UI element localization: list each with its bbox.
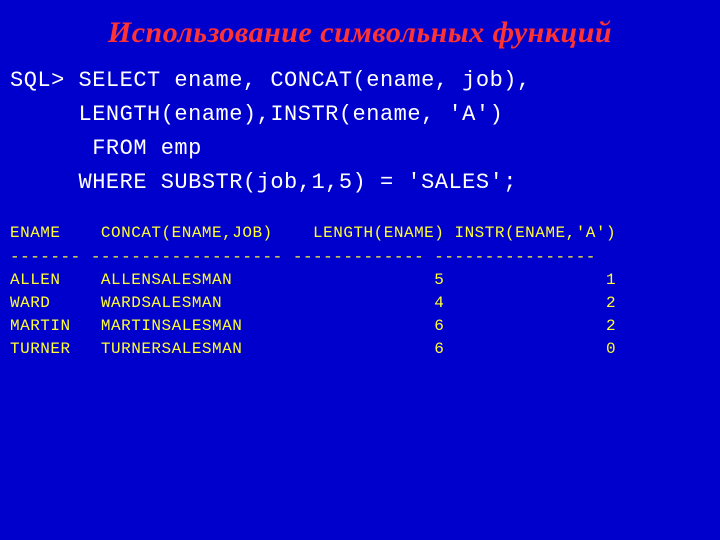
result-header: ENAME CONCAT(ENAME,JOB) LENGTH(ENAME) IN… <box>10 224 616 242</box>
result-row-3: MARTIN MARTINSALESMAN 6 2 <box>10 317 616 335</box>
slide-title: Использование символьных функций <box>8 16 712 50</box>
sql-query-block: SQL> SELECT ename, CONCAT(ename, job), L… <box>10 64 712 200</box>
result-row-2: WARD WARDSALESMAN 4 2 <box>10 294 616 312</box>
result-row-4: TURNER TURNERSALESMAN 6 0 <box>10 340 616 358</box>
slide: Использование символьных функций SQL> SE… <box>0 0 720 540</box>
result-row-1: ALLEN ALLENSALESMAN 5 1 <box>10 271 616 289</box>
result-separator: ------- ------------------- ------------… <box>10 248 596 266</box>
sql-result-block: ENAME CONCAT(ENAME,JOB) LENGTH(ENAME) IN… <box>10 222 712 361</box>
sql-line-4: WHERE SUBSTR(job,1,5) = 'SALES'; <box>10 170 517 195</box>
sql-line-3: FROM emp <box>10 136 202 161</box>
sql-line-2: LENGTH(ename),INSTR(ename, 'A') <box>10 102 503 127</box>
sql-line-1: SQL> SELECT ename, CONCAT(ename, job), <box>10 68 531 93</box>
